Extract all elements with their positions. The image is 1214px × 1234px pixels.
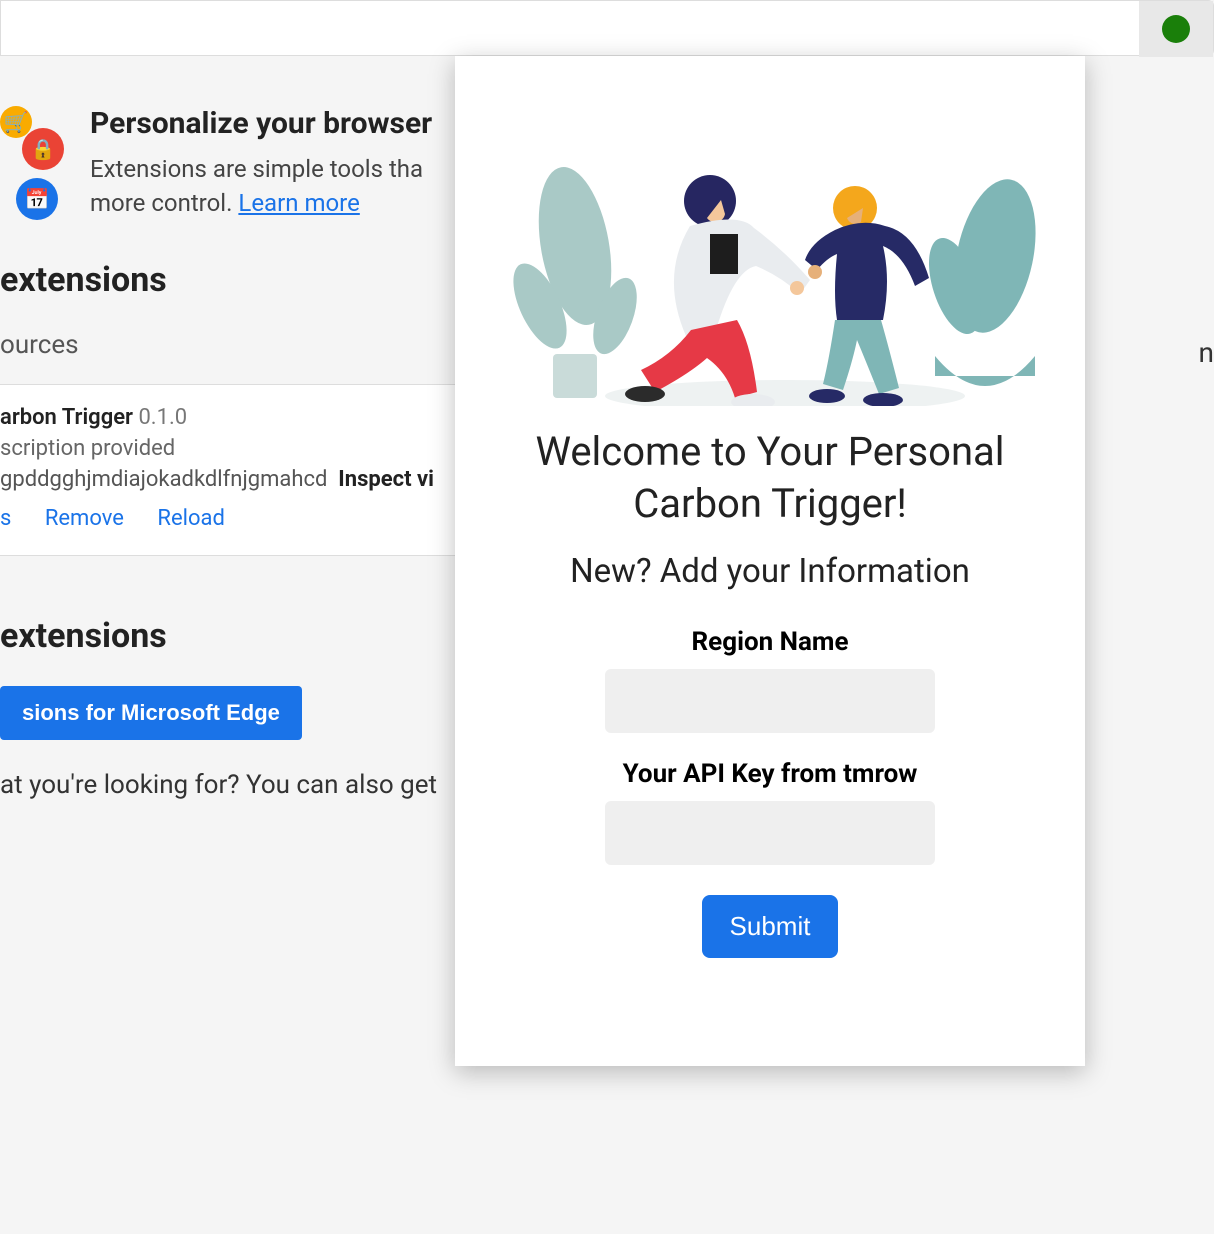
profile-button[interactable] [1139, 1, 1213, 57]
api-key-input[interactable] [605, 801, 935, 865]
extension-link-remove[interactable]: Remove [45, 506, 124, 531]
extensions-page: 🛒 🔒 📅 Personalize your browser Extension… [0, 66, 460, 820]
submit-button[interactable]: Submit [702, 895, 839, 958]
extension-id-row: gpddgghjmdiajokadkdlfnjgmahcd Inspect vi [0, 467, 440, 492]
promo-banner: 🛒 🔒 📅 Personalize your browser Extension… [0, 66, 460, 260]
find-note: at you're looking for? You can also get [0, 770, 440, 800]
profile-avatar-icon [1162, 15, 1190, 43]
installed-extensions-heading: extensions [0, 260, 460, 300]
truncated-text-right: n [1199, 336, 1214, 369]
extension-card: arbon Trigger 0.1.0 scription provided g… [0, 384, 460, 556]
extension-link-reload[interactable]: Reload [157, 506, 225, 531]
lock-icon: 🔒 [22, 128, 64, 170]
region-name-label: Region Name [483, 627, 1057, 657]
popup-welcome-title: Welcome to Your Personal Carbon Trigger! [483, 426, 1057, 530]
calendar-icon: 📅 [16, 178, 58, 220]
get-extensions-edge-button[interactable]: sions for Microsoft Edge [0, 686, 302, 740]
find-extensions-heading: extensions [0, 616, 440, 656]
promo-icons: 🛒 🔒 📅 [0, 106, 70, 220]
promo-title: Personalize your browser [90, 106, 432, 141]
extension-link-details[interactable]: s [0, 506, 11, 531]
api-key-label: Your API Key from tmrow [483, 759, 1057, 789]
browser-toolbar [0, 0, 1214, 56]
extension-popup: Welcome to Your Personal Carbon Trigger!… [455, 56, 1085, 1066]
extension-version: 0.1.0 [138, 405, 187, 430]
learn-more-link[interactable]: Learn more [238, 189, 359, 217]
promo-desc: Extensions are simple tools tha more con… [90, 153, 432, 220]
extension-name: arbon Trigger [0, 405, 133, 430]
sources-label: ources [0, 330, 460, 360]
popup-subtitle: New? Add your Information [483, 552, 1057, 591]
inspect-views-label[interactable]: Inspect vi [338, 467, 434, 492]
extension-description: scription provided [0, 436, 440, 461]
welcome-illustration [483, 86, 1057, 406]
region-name-input[interactable] [605, 669, 935, 733]
